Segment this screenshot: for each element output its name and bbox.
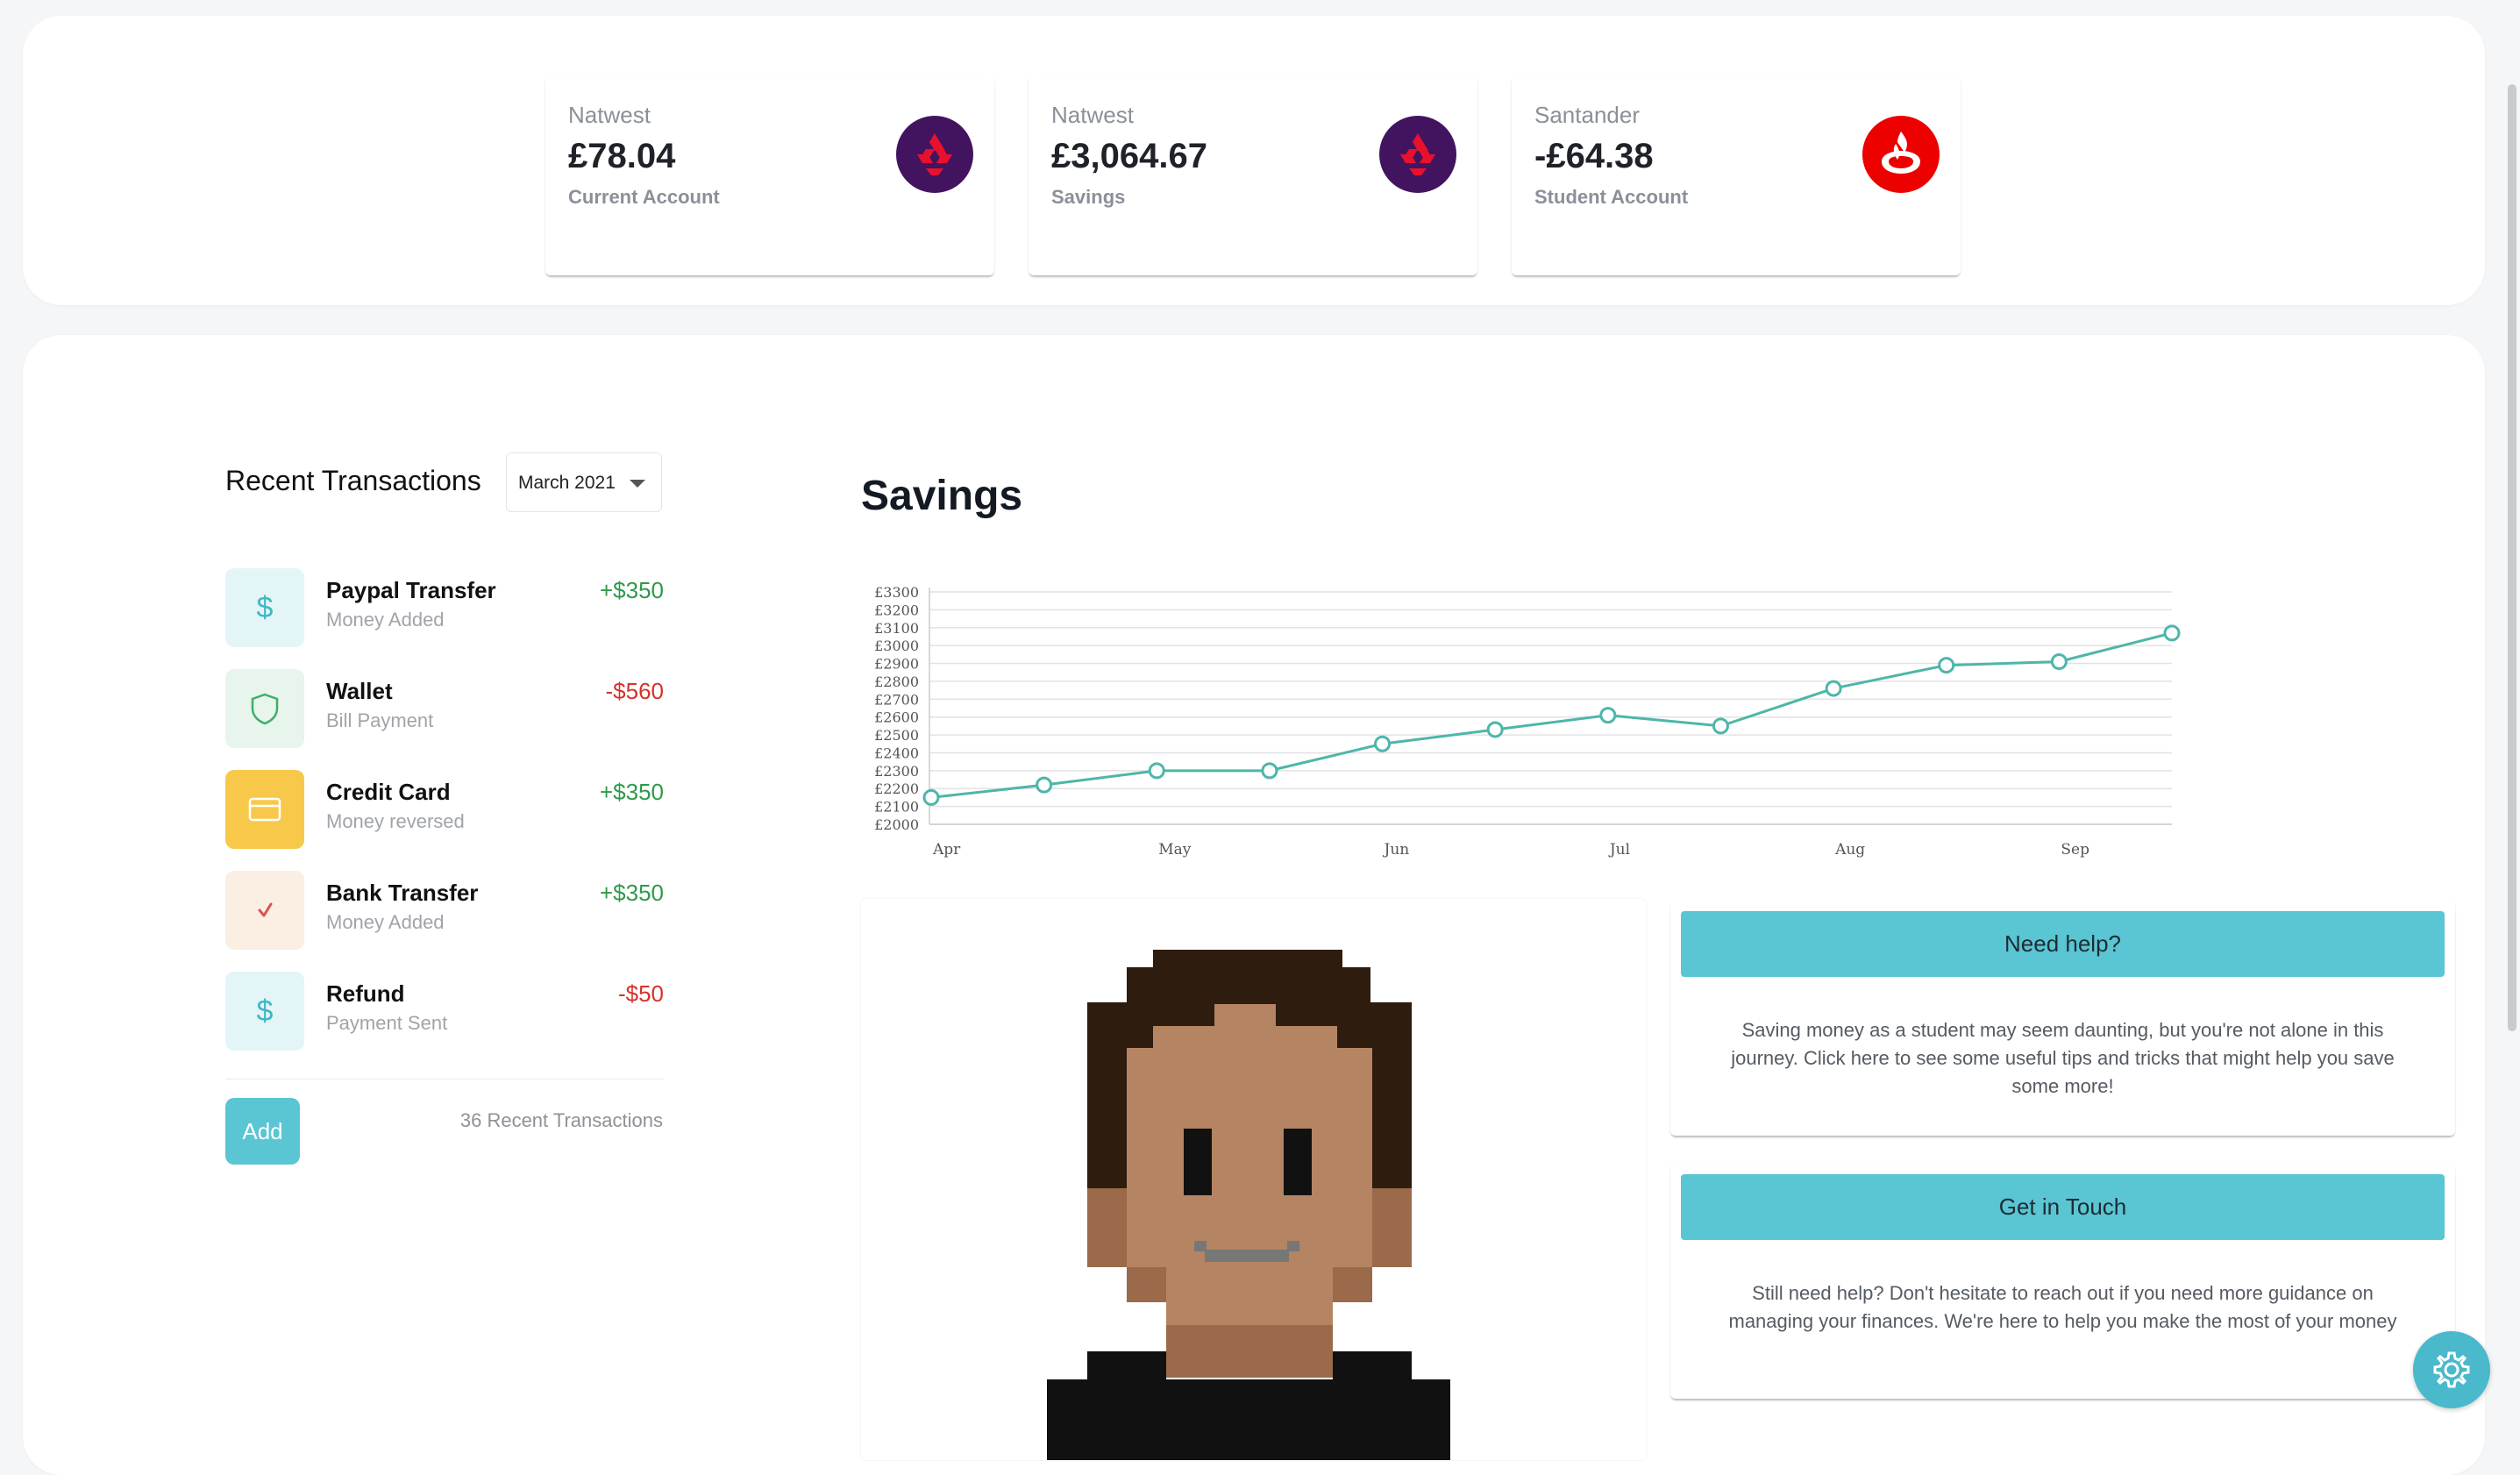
data-point[interactable] bbox=[2050, 653, 2068, 670]
transaction-name: Bank Transfer bbox=[326, 880, 479, 906]
transaction-amount: +$350 bbox=[599, 880, 664, 906]
transaction-row[interactable]: $ Refund Payment Sent -$50 bbox=[225, 972, 664, 1051]
gear-icon bbox=[2433, 1351, 2470, 1388]
natwest-logo-icon bbox=[896, 116, 973, 193]
account-type: Student Account bbox=[1534, 186, 1689, 208]
transaction-amount: +$350 bbox=[599, 577, 664, 603]
get-in-touch-card: Get in Touch Still need help? Don't hesi… bbox=[1670, 1164, 2455, 1399]
data-point[interactable] bbox=[1712, 717, 1729, 735]
santander-logo-icon bbox=[1862, 116, 1940, 193]
x-tick-label: Jun bbox=[1383, 841, 1410, 859]
account-card-natwest-savings[interactable]: Natwest £3,064.67 Savings bbox=[1029, 75, 1477, 275]
account-balance: -£64.38 bbox=[1534, 137, 1654, 175]
month-select[interactable]: March 2021 bbox=[506, 452, 662, 512]
x-tick-label: Jul bbox=[1608, 841, 1630, 859]
account-type: Savings bbox=[1051, 186, 1126, 208]
y-tick-label: £3000 bbox=[874, 638, 919, 654]
avatar bbox=[1047, 950, 1450, 1460]
settings-button[interactable] bbox=[2413, 1331, 2490, 1408]
need-help-text: Saving money as a student may seem daunt… bbox=[1731, 1019, 2395, 1097]
month-select-value: March 2021 bbox=[518, 473, 616, 493]
shield-icon bbox=[225, 669, 304, 748]
need-help-card: Need help? Saving money as a student may… bbox=[1670, 901, 2455, 1136]
account-bank: Natwest bbox=[1051, 102, 1134, 128]
account-balance: £78.04 bbox=[568, 137, 676, 175]
credit-card-icon bbox=[225, 770, 304, 849]
transaction-row[interactable]: Wallet Bill Payment -$560 bbox=[225, 669, 664, 748]
y-tick-label: £3300 bbox=[874, 584, 919, 601]
data-point[interactable] bbox=[1825, 680, 1842, 697]
data-point[interactable] bbox=[1938, 657, 1955, 674]
divider bbox=[225, 1079, 664, 1080]
svg-text:$: $ bbox=[257, 591, 274, 624]
data-point[interactable] bbox=[1148, 762, 1165, 780]
y-tick-label: £2600 bbox=[874, 709, 919, 726]
dollar-icon: $ bbox=[225, 972, 304, 1051]
transaction-name: Wallet bbox=[326, 678, 393, 704]
transaction-amount: -$50 bbox=[617, 980, 664, 1007]
y-tick-label: £2500 bbox=[874, 727, 919, 744]
x-tick-label: Aug bbox=[1834, 841, 1865, 859]
add-transaction-button[interactable]: Add bbox=[225, 1098, 300, 1165]
data-point[interactable] bbox=[2163, 624, 2181, 642]
account-card-natwest-current[interactable]: Natwest £78.04 Current Account bbox=[545, 75, 994, 275]
x-tick-label: May bbox=[1158, 841, 1192, 859]
account-type: Current Account bbox=[568, 186, 720, 208]
dollar-icon: $ bbox=[225, 568, 304, 647]
account-card-santander-student[interactable]: Santander -£64.38 Student Account bbox=[1512, 75, 1961, 275]
transaction-type: Money Added bbox=[326, 911, 445, 933]
transaction-count: 36 Recent Transactions bbox=[459, 1109, 663, 1131]
accounts-panel: Natwest £78.04 Current Account Natwest £… bbox=[23, 16, 2485, 305]
transaction-row[interactable]: $ Paypal Transfer Money Added +$350 bbox=[225, 568, 664, 647]
recent-transactions-title: Recent Transactions bbox=[225, 465, 481, 496]
y-tick-label: £2100 bbox=[874, 799, 919, 816]
account-bank: Santander bbox=[1534, 102, 1640, 128]
transaction-name: Paypal Transfer bbox=[326, 577, 496, 603]
scrollbar[interactable] bbox=[2504, 0, 2520, 1429]
transaction-name: Credit Card bbox=[326, 779, 451, 805]
account-balance: £3,064.67 bbox=[1051, 137, 1207, 175]
transaction-type: Payment Sent bbox=[326, 1012, 448, 1034]
data-point[interactable] bbox=[1374, 735, 1392, 752]
chevron-down-icon bbox=[630, 480, 645, 488]
data-point[interactable] bbox=[1036, 776, 1053, 794]
data-point[interactable] bbox=[1486, 721, 1504, 738]
transaction-type: Money Added bbox=[326, 609, 445, 631]
transaction-type: Bill Payment bbox=[326, 709, 434, 731]
get-in-touch-text: Still need help? Don't hesitate to reach… bbox=[1728, 1282, 2397, 1332]
y-tick-label: £3200 bbox=[874, 602, 919, 618]
y-tick-label: £2000 bbox=[874, 816, 919, 833]
x-tick-label: Sep bbox=[2061, 841, 2089, 859]
savings-line-chart: £3300£3200 £3100£3000 £2900£2800£2700£2600… bbox=[874, 584, 2181, 859]
get-in-touch-button[interactable]: Get in Touch bbox=[1681, 1174, 2445, 1240]
y-tick-label: £2400 bbox=[874, 745, 919, 761]
check-icon bbox=[225, 871, 304, 950]
data-point[interactable] bbox=[1261, 762, 1278, 780]
y-tick-label: £2200 bbox=[874, 780, 919, 797]
account-bank: Natwest bbox=[568, 102, 651, 128]
data-point[interactable] bbox=[1599, 707, 1617, 724]
savings-title: Savings bbox=[861, 473, 1023, 519]
transaction-amount: -$560 bbox=[605, 678, 665, 704]
transaction-type: Money reversed bbox=[326, 810, 465, 832]
need-help-button[interactable]: Need help? bbox=[1681, 911, 2445, 977]
y-tick-label: £2700 bbox=[874, 691, 919, 708]
natwest-logo-icon bbox=[1379, 116, 1456, 193]
scrollbar-thumb[interactable] bbox=[2508, 84, 2516, 1031]
transaction-name: Refund bbox=[326, 980, 405, 1007]
x-tick-label: Apr bbox=[932, 841, 961, 859]
y-tick-label: £3100 bbox=[874, 620, 919, 637]
savings-series-line bbox=[930, 631, 2173, 799]
transaction-row[interactable]: Bank Transfer Money Added +$350 bbox=[225, 871, 664, 950]
data-point[interactable] bbox=[922, 788, 940, 806]
transaction-amount: +$350 bbox=[599, 779, 664, 805]
avatar-card bbox=[861, 899, 1646, 1460]
y-tick-label: £2300 bbox=[874, 763, 919, 780]
y-tick-label: £2800 bbox=[874, 673, 919, 690]
y-tick-label: £2900 bbox=[874, 656, 919, 673]
svg-text:$: $ bbox=[257, 994, 274, 1028]
transaction-row[interactable]: Credit Card Money reversed +$350 bbox=[225, 770, 664, 849]
